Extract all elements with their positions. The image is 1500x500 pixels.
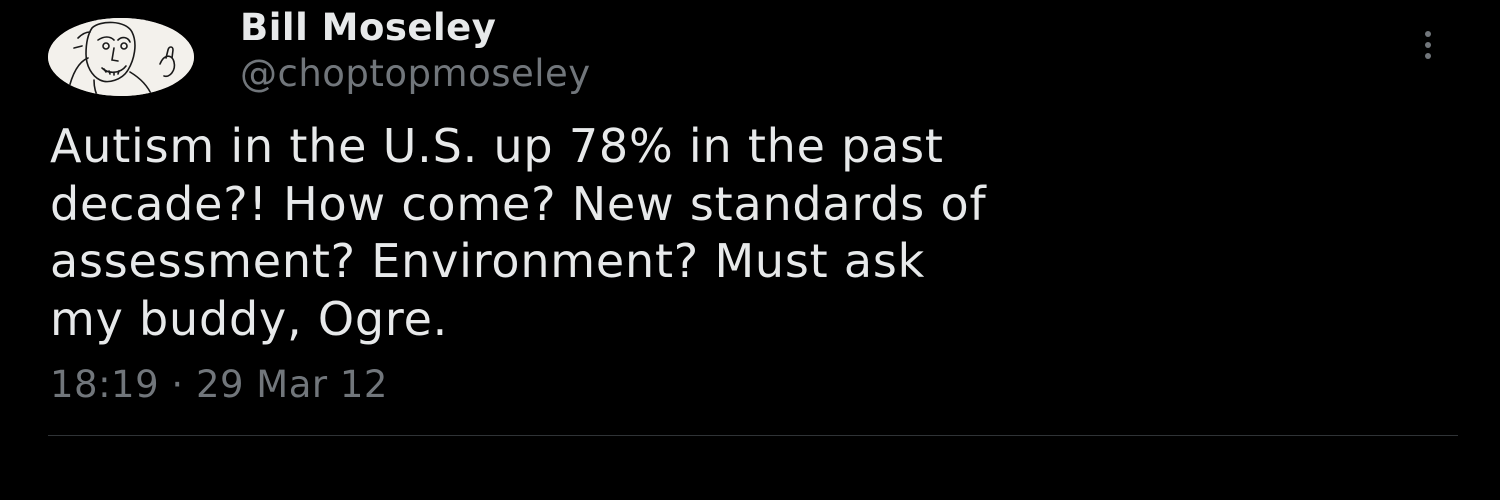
tweet-text: Autism in the U.S. up 78% in the past de…	[50, 118, 1450, 348]
tweet-text-line: my buddy, Ogre.	[50, 291, 449, 346]
avatar-sketch-icon	[48, 18, 194, 96]
avatar[interactable]	[48, 18, 194, 96]
tweet-time[interactable]: 18:19	[50, 363, 159, 406]
more-options-button[interactable]	[1412, 28, 1444, 62]
tweet-text-line: assessment? Environment? Must ask	[50, 234, 926, 288]
tweet: Bill Moseley @choptopmoseley Autism in t…	[0, 0, 1500, 500]
tweet-date[interactable]: 29 Mar 12	[196, 363, 388, 406]
author-display-name[interactable]: Bill Moseley	[240, 6, 496, 49]
author-handle[interactable]: @choptopmoseley	[240, 52, 591, 95]
tweet-text-line: Autism in the U.S. up 78% in the past	[50, 119, 944, 173]
tweet-text-line: decade?! How come? New standards of	[50, 176, 987, 231]
divider	[48, 435, 1458, 436]
more-vertical-icon	[1425, 31, 1431, 59]
timestamp-separator: ·	[171, 363, 184, 406]
tweet-timestamp: 18:19 · 29 Mar 12	[50, 363, 388, 406]
